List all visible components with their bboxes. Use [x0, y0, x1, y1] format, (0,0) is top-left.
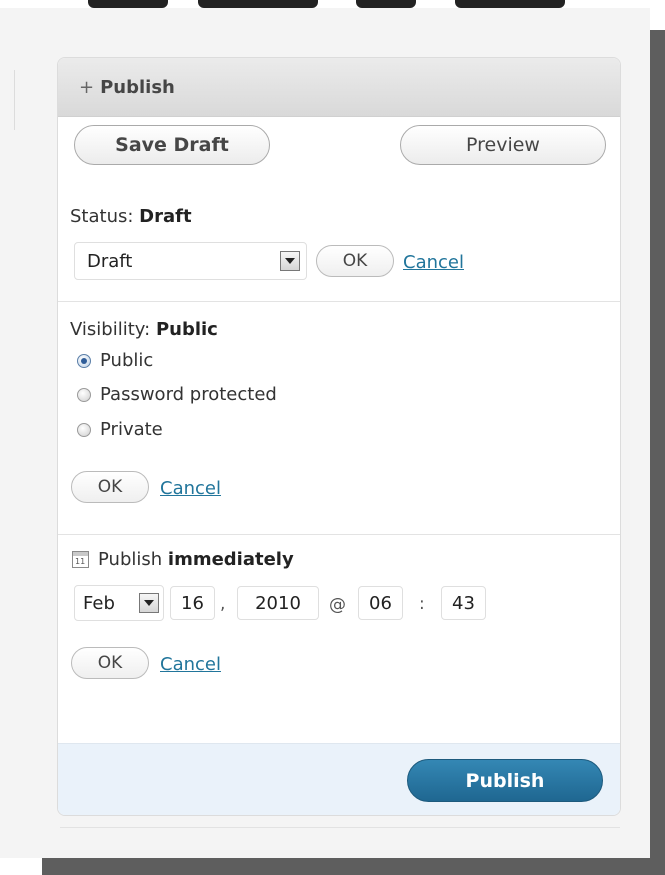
- visibility-option-password[interactable]: Password protected: [77, 384, 277, 405]
- major-publishing-actions: Publish: [58, 743, 620, 815]
- status-row: Status: Draft: [70, 206, 192, 227]
- publish-box-header[interactable]: + Publish: [58, 58, 620, 117]
- schedule-ok-button[interactable]: OK: [71, 647, 149, 679]
- publish-box-title: Publish: [100, 76, 175, 98]
- visibility-option-private[interactable]: Private: [77, 419, 163, 440]
- preview-button[interactable]: Preview: [400, 125, 606, 165]
- visibility-ok-button[interactable]: OK: [71, 471, 149, 503]
- save-draft-button[interactable]: Save Draft: [74, 125, 270, 165]
- schedule-label: Publish: [98, 549, 163, 570]
- month-value: Feb: [83, 592, 115, 614]
- schedule-row: Publish immediately: [98, 549, 294, 570]
- radio-icon[interactable]: [77, 387, 91, 402]
- radio-checked-icon[interactable]: [77, 353, 91, 368]
- option-label: Password protected: [100, 384, 277, 405]
- visibility-option-public[interactable]: Public: [77, 350, 153, 371]
- at-sign: @: [329, 595, 346, 615]
- radio-icon[interactable]: [77, 422, 91, 437]
- chevron-down-icon[interactable]: [139, 593, 159, 613]
- expand-toggle[interactable]: +: [79, 77, 94, 98]
- minute-input[interactable]: 43: [441, 586, 486, 620]
- publish-box: + Publish Save Draft Preview Status: Dra…: [57, 57, 621, 816]
- schedule-value: immediately: [167, 549, 294, 570]
- divider: [14, 70, 15, 130]
- divider: [60, 827, 620, 828]
- time-colon: :: [419, 594, 425, 614]
- status-value: Draft: [139, 206, 192, 227]
- chevron-down-icon[interactable]: [280, 251, 300, 271]
- date-comma: ,: [220, 594, 226, 614]
- option-label: Private: [100, 419, 163, 440]
- status-ok-button[interactable]: OK: [316, 245, 394, 277]
- visibility-label: Visibility:: [70, 319, 151, 340]
- month-select[interactable]: Feb: [74, 585, 164, 621]
- publish-button[interactable]: Publish: [407, 759, 603, 802]
- day-input[interactable]: 16: [170, 586, 215, 620]
- hour-input[interactable]: 06: [358, 586, 403, 620]
- status-label: Status:: [70, 206, 134, 227]
- visibility-row: Visibility: Public: [70, 319, 218, 340]
- option-label: Public: [100, 350, 154, 371]
- calendar-icon: 11: [72, 551, 89, 568]
- divider: [58, 534, 620, 535]
- year-input[interactable]: 2010: [237, 586, 319, 620]
- status-cancel-link[interactable]: Cancel: [403, 252, 464, 273]
- visibility-value: Public: [155, 319, 218, 340]
- visibility-cancel-link[interactable]: Cancel: [160, 478, 221, 499]
- schedule-cancel-link[interactable]: Cancel: [160, 654, 221, 675]
- divider: [58, 301, 620, 302]
- status-select[interactable]: Draft: [74, 242, 307, 280]
- status-select-value: Draft: [87, 250, 133, 272]
